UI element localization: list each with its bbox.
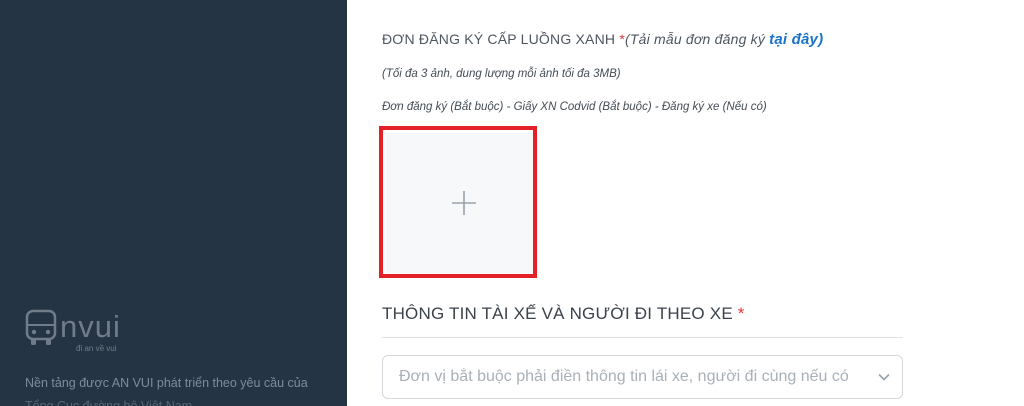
sidebar-description-line1: Nền tảng được AN VUI phát triển theo yêu… [25,376,308,390]
registration-title: ĐƠN ĐĂNG KÝ CẤP LUỒNG XANH [382,31,616,47]
required-documents-note: Đơn đăng ký (Bắt buộc) - Giấy XN Codvid … [382,101,767,113]
sidebar: nvui đi an về vui Nền tảng được AN VUI p… [0,0,347,406]
chevron-down-icon [878,373,890,381]
upload-highlight-frame [379,126,537,278]
driver-section-title: THÔNG TIN TÀI XẾ VÀ NGƯỜI ĐI THEO XE * [382,304,745,324]
logo-tagline: đi an về vui [76,344,117,353]
bus-icon [25,309,57,345]
sidebar-description-line2: Tổng Cục đường bộ Việt Nam [25,399,193,406]
sidebar-description: Nền tảng được AN VUI phát triển theo yêu… [25,372,325,406]
registration-section-title: ĐƠN ĐĂNG KÝ CẤP LUỒNG XANH *(Tải mẫu đơn… [382,31,823,48]
download-template-link[interactable]: tại đây) [769,31,823,48]
anvui-logo: nvui đi an về vui [24,308,144,354]
download-hint: (Tải mẫu đơn đăng ký [624,31,766,47]
main-form: ĐƠN ĐĂNG KÝ CẤP LUỒNG XANH * (Tải mẫu đơn… [347,0,1024,406]
required-mark: * [737,304,745,323]
section-divider [382,337,903,338]
select-placeholder: Đơn vị bắt buộc phải điền thông tin lái … [399,368,849,385]
logo-wordmark: nvui [60,309,121,344]
driver-info-select[interactable]: Đơn vị bắt buộc phải điền thông tin lái … [382,355,903,399]
upload-limit-note: (Tối đa 3 ảnh, dung lượng mỗi ảnh tối đa… [382,68,621,80]
driver-title-text: THÔNG TIN TÀI XẾ VÀ NGƯỜI ĐI THEO XE [382,304,733,323]
